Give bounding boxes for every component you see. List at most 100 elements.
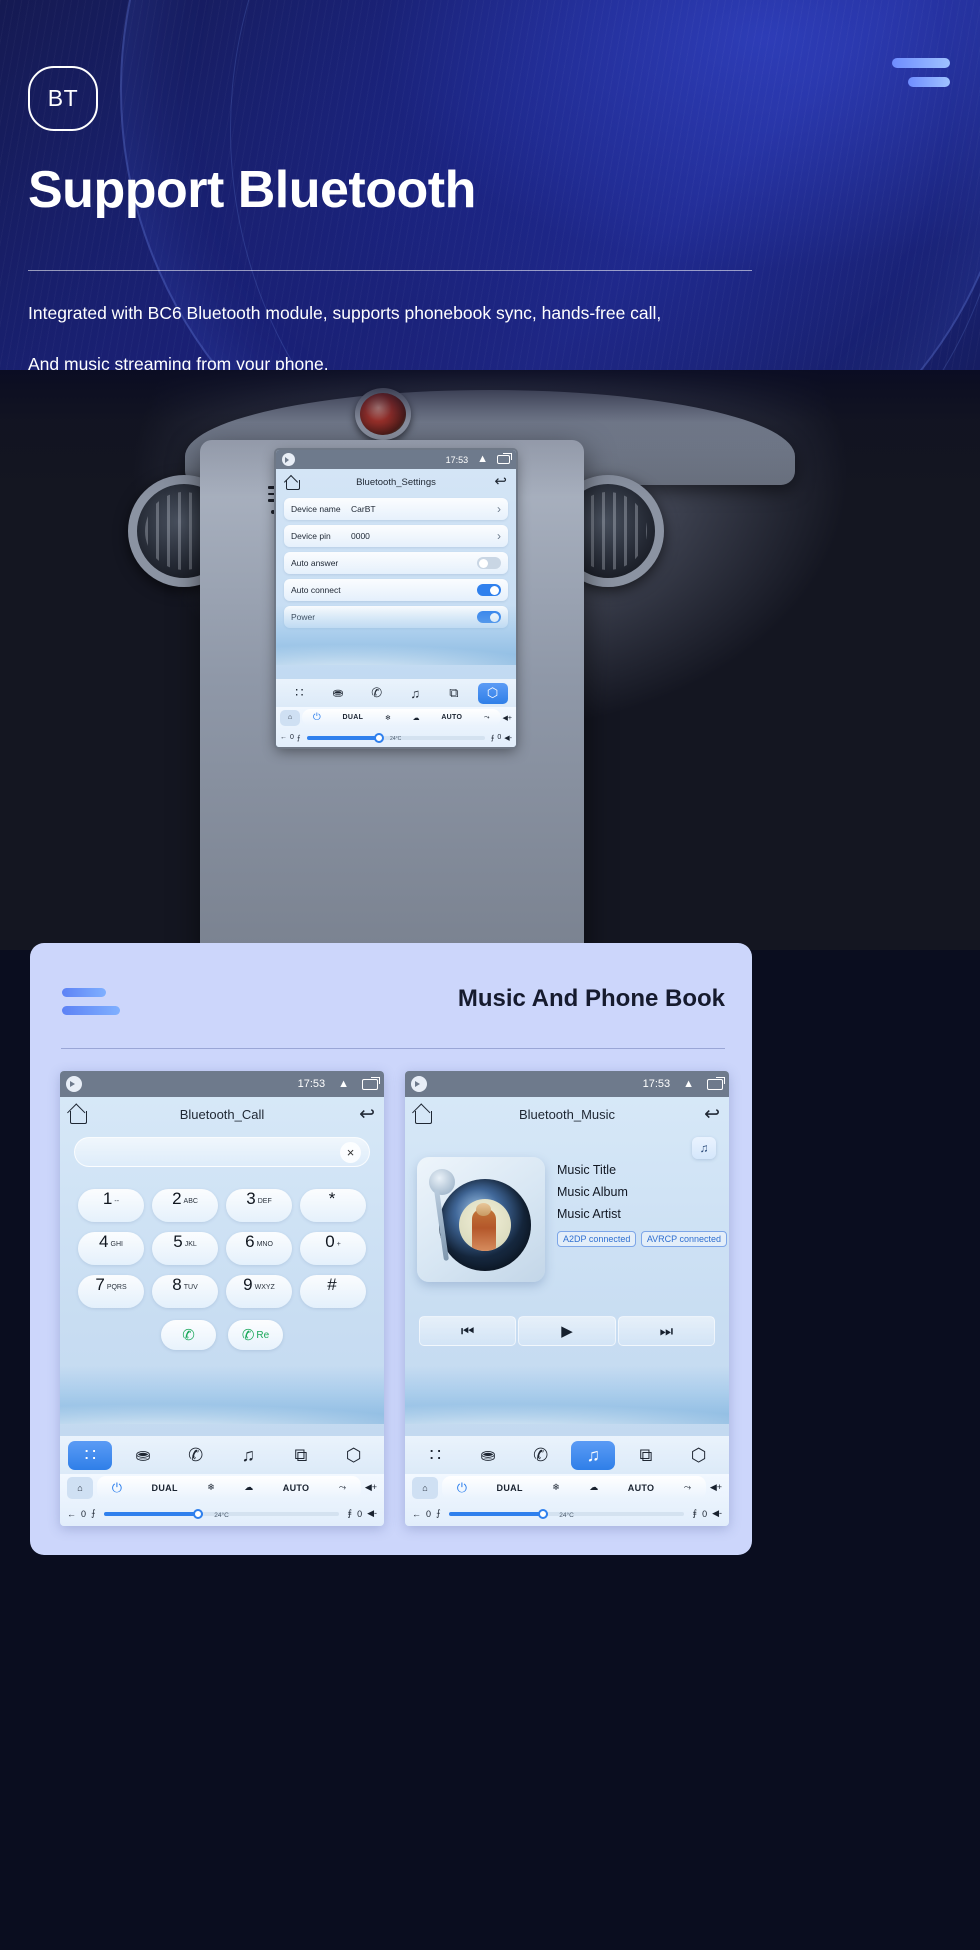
climate-home-button[interactable]: ⌂ — [412, 1476, 438, 1499]
dock-item-contacts[interactable]: ⛂ — [466, 1441, 510, 1470]
chevron-right-icon[interactable]: › — [497, 502, 501, 516]
dock-item-music[interactable]: ♫ — [226, 1441, 270, 1470]
dock-item-phone[interactable]: ✆ — [174, 1441, 218, 1470]
seat-heater-left-icon[interactable]: ⨍ — [436, 1508, 441, 1519]
dock-item-apps[interactable]: ∷ — [68, 1440, 113, 1470]
volume-speaker-icon[interactable] — [66, 1076, 82, 1092]
seat-heater-right-icon[interactable]: ⨎ — [491, 734, 495, 742]
dialpad-key-9[interactable]: 9 WXYZ — [226, 1275, 292, 1308]
dialpad-key-0[interactable]: 0 + — [300, 1232, 366, 1265]
climate-auto-button[interactable]: AUTO — [628, 1483, 655, 1493]
dock-item-phone[interactable]: ✆ — [362, 683, 392, 704]
climate-ac-snowflake-icon[interactable]: ❄ — [207, 1482, 215, 1493]
climate-dual-button[interactable]: DUAL — [343, 714, 364, 721]
back-icon[interactable] — [359, 1103, 375, 1126]
climate-home-button[interactable]: ⌂ — [280, 709, 300, 726]
recent-apps-icon[interactable] — [497, 453, 512, 465]
dock-item-music[interactable]: ♫ — [400, 683, 430, 704]
head-unit-screen[interactable]: 17:53 ▲ Bluetooth_Settings Device name C… — [276, 450, 516, 747]
volume-up-button[interactable]: ◀+ — [365, 1482, 377, 1493]
play-button[interactable]: ▶ — [518, 1316, 616, 1346]
slider-knob[interactable] — [374, 732, 385, 743]
ac-power-icon[interactable]: ⏻ — [112, 1480, 122, 1496]
ac-power-icon[interactable]: ⏻ — [313, 712, 321, 723]
back-arrow-button[interactable]: ← — [412, 1509, 421, 1519]
climate-ac-snowflake-icon[interactable]: ❄ — [385, 714, 391, 722]
setting-row-auto-answer[interactable]: Auto answer — [284, 552, 508, 575]
back-arrow-button[interactable]: ← — [280, 734, 287, 741]
seat-heater-left-icon[interactable]: ⨍ — [297, 734, 301, 742]
recent-apps-icon[interactable] — [707, 1076, 725, 1090]
dock-item-link[interactable]: ⧉ — [624, 1441, 668, 1470]
volume-up-button[interactable]: ◀+ — [710, 1482, 722, 1493]
climate-home-button[interactable]: ⌂ — [67, 1476, 93, 1499]
home-icon[interactable] — [414, 1106, 432, 1124]
dock-item-apps[interactable]: ∷ — [413, 1441, 457, 1470]
climate-rear-defrost-icon[interactable]: ⤳ — [484, 714, 490, 722]
back-icon[interactable] — [704, 1103, 720, 1126]
seat-heater-left-icon[interactable]: ⨍ — [91, 1508, 96, 1519]
dialpad-key-6[interactable]: 6 MNO — [226, 1232, 292, 1265]
back-icon[interactable] — [491, 472, 507, 490]
climate-auto-button[interactable]: AUTO — [283, 1483, 310, 1493]
dock-item-phone[interactable]: ✆ — [519, 1441, 563, 1470]
setting-row-auto-connect[interactable]: Auto connect — [284, 579, 508, 602]
climate-defrost-icon[interactable]: ☁ — [244, 1482, 253, 1493]
volume-speaker-icon[interactable] — [411, 1076, 427, 1092]
fan-speed-slider[interactable]: 24°C — [306, 732, 485, 743]
auto-connect-toggle[interactable] — [477, 584, 501, 597]
setting-row-device-pin[interactable]: Device pin 0000 › — [284, 525, 508, 548]
dock-item-music[interactable]: ♫ — [571, 1440, 616, 1470]
chevron-right-icon[interactable]: › — [497, 529, 501, 543]
chevron-up-icon[interactable]: ▲ — [683, 1078, 694, 1090]
call-button[interactable]: ✆ — [161, 1320, 216, 1350]
dialpad-key-7[interactable]: 7 PQRS — [78, 1275, 144, 1308]
setting-row-device-name[interactable]: Device name CarBT › — [284, 498, 508, 521]
climate-defrost-icon[interactable]: ☁ — [413, 714, 420, 722]
fan-speed-slider[interactable]: 24°C — [103, 1508, 340, 1519]
dock-item-link[interactable]: ⧉ — [279, 1441, 323, 1470]
dialpad-key-star[interactable]: * — [300, 1189, 366, 1222]
next-track-button[interactable]: ⏭ — [617, 1316, 715, 1346]
dock-item-settings[interactable]: ⬡ — [477, 682, 508, 704]
home-icon[interactable] — [69, 1106, 87, 1124]
dock-item-apps[interactable]: ∷ — [284, 683, 314, 704]
climate-auto-button[interactable]: AUTO — [441, 714, 462, 721]
auto-answer-toggle[interactable] — [477, 557, 501, 570]
bluetooth-call-screen[interactable]: 17:53 ▲ Bluetooth_Call × 1-- 2ABC 3DEF *… — [60, 1071, 384, 1526]
card-menu-icon[interactable] — [62, 988, 120, 1024]
volume-down-button[interactable]: ◀- — [712, 1508, 722, 1519]
seat-heater-right-icon[interactable]: ⨎ — [692, 1508, 697, 1519]
dialpad-key-5[interactable]: 5 JKL — [152, 1232, 218, 1265]
climate-dual-button[interactable]: DUAL — [152, 1483, 178, 1493]
dialpad-key-8[interactable]: 8 TUV — [152, 1275, 218, 1308]
climate-defrost-icon[interactable]: ☁ — [589, 1482, 598, 1493]
volume-up-button[interactable]: ◀+ — [503, 714, 512, 722]
climate-dual-button[interactable]: DUAL — [497, 1483, 523, 1493]
music-list-button[interactable]: ♫ — [692, 1137, 716, 1159]
slider-knob[interactable] — [193, 1508, 204, 1519]
climate-rear-defrost-icon[interactable]: ⤳ — [684, 1482, 691, 1493]
dock-item-settings[interactable]: ⬡ — [677, 1441, 721, 1470]
chevron-up-icon[interactable]: ▲ — [477, 454, 488, 465]
home-icon[interactable] — [285, 476, 300, 491]
back-arrow-button[interactable]: ← — [67, 1509, 76, 1519]
chevron-up-icon[interactable]: ▲ — [338, 1078, 349, 1090]
dock-item-contacts[interactable]: ⛂ — [121, 1441, 165, 1470]
climate-rear-defrost-icon[interactable]: ⤳ — [339, 1482, 346, 1493]
fan-speed-slider[interactable]: 24°C — [448, 1508, 685, 1519]
recent-apps-icon[interactable] — [362, 1076, 380, 1090]
bluetooth-music-screen[interactable]: 17:53 ▲ Bluetooth_Music ♫ — [405, 1071, 729, 1526]
volume-speaker-icon[interactable] — [282, 453, 295, 467]
clear-input-icon[interactable]: × — [340, 1141, 361, 1163]
phone-number-input[interactable]: × — [74, 1137, 370, 1167]
dialpad-key-1[interactable]: 1 -- — [78, 1189, 144, 1222]
volume-down-button[interactable]: ◀- — [367, 1508, 377, 1519]
dialpad-key-4[interactable]: 4 GHI — [78, 1232, 144, 1265]
dialpad-key-3[interactable]: 3 DEF — [226, 1189, 292, 1222]
ac-power-icon[interactable]: ⏻ — [457, 1480, 467, 1496]
hamburger-menu-icon[interactable] — [892, 58, 950, 96]
slider-knob[interactable] — [538, 1508, 549, 1519]
dialpad-key-hash[interactable]: # — [300, 1275, 366, 1308]
seat-heater-right-icon[interactable]: ⨎ — [347, 1508, 352, 1519]
